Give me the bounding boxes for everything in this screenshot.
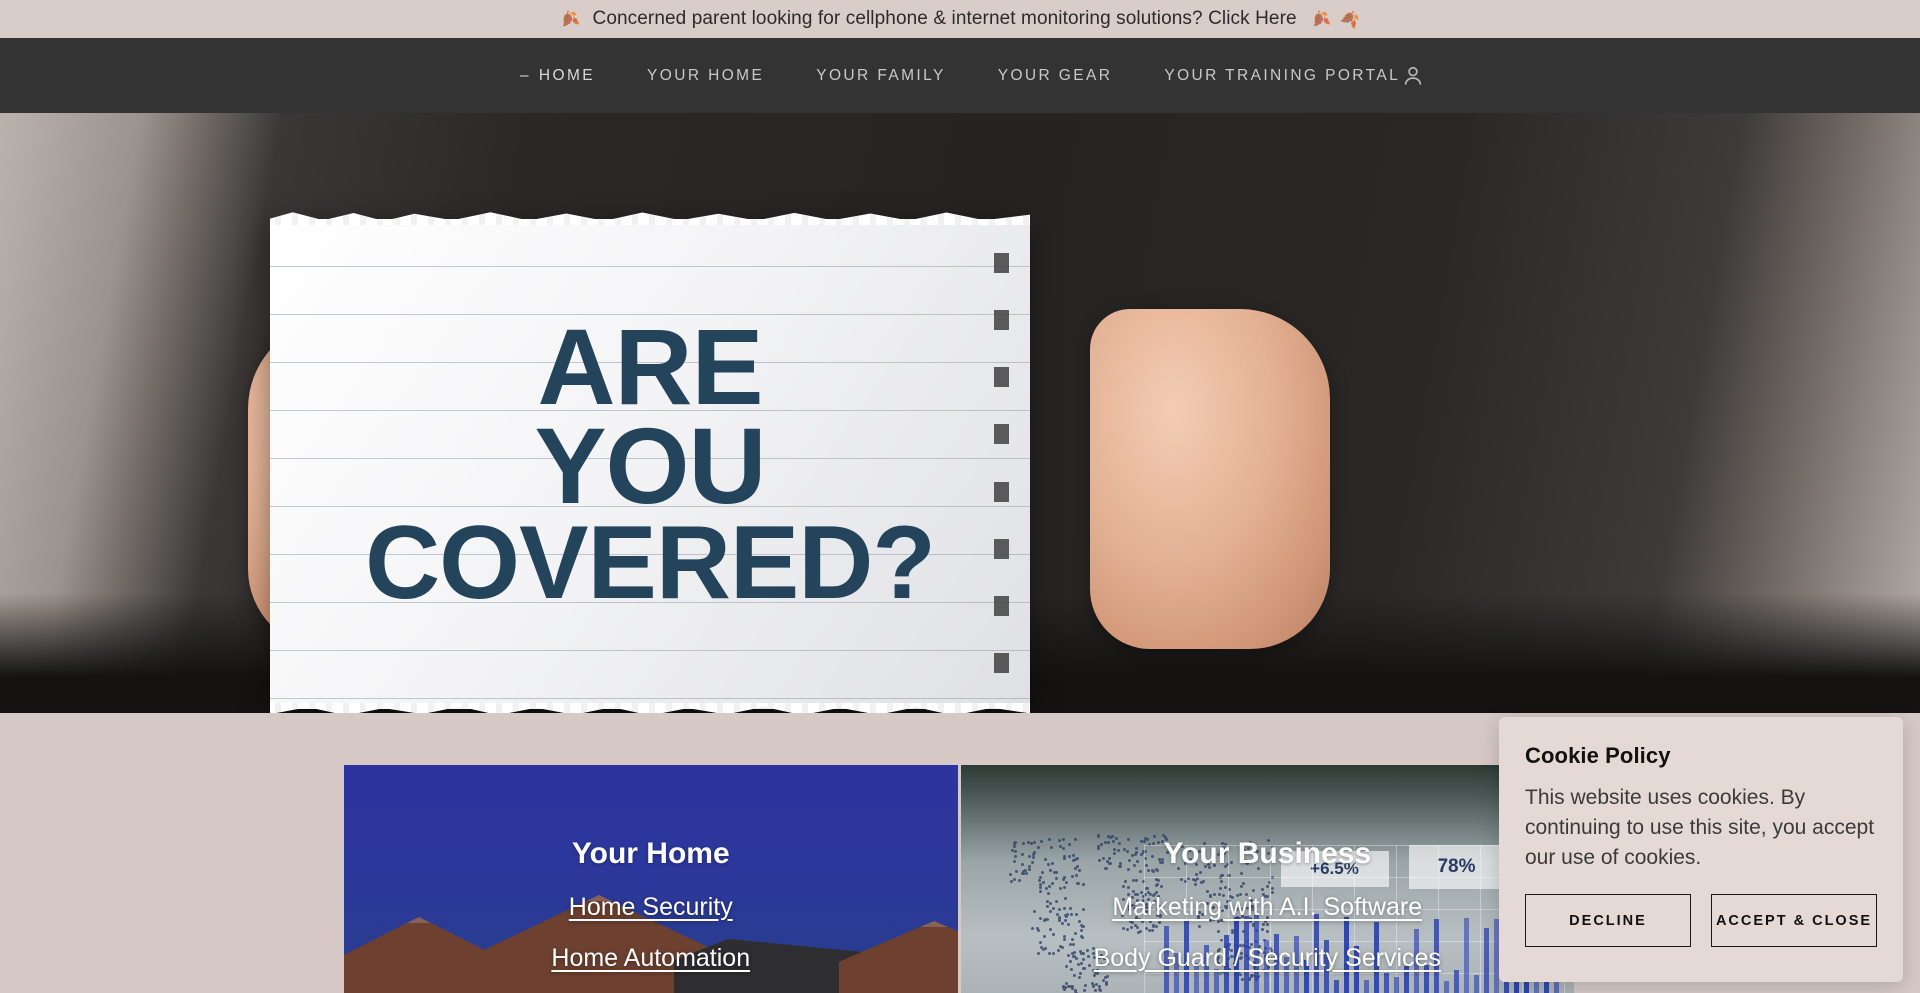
leaf-icon: 🍂	[557, 8, 580, 31]
active-dash: –	[520, 67, 531, 84]
cookie-dialog-body: This website uses cookies. By continuing…	[1525, 783, 1877, 872]
announcement-bar[interactable]: 🍂 Concerned parent looking for cellphone…	[0, 0, 1920, 38]
accept-and-close-button[interactable]: ACCEPT & CLOSE	[1711, 894, 1877, 947]
hero-banner: ARE YOU COVERED?	[0, 113, 1920, 713]
cookie-policy-dialog: Cookie Policy This website uses cookies.…	[1499, 717, 1903, 982]
card-title: Your Home	[572, 837, 730, 871]
card-link-marketing-ai[interactable]: Marketing with A.I. Software	[1112, 893, 1422, 922]
card-link-home-automation[interactable]: Home Automation	[551, 944, 750, 973]
user-icon[interactable]	[1400, 63, 1426, 89]
hero-headline-line-1: ARE	[537, 317, 762, 416]
hero-headline: ARE YOU COVERED?	[270, 219, 1030, 709]
card-your-home[interactable]: Your Home Home Security Home Automation	[344, 765, 958, 993]
nav-item-your-training-portal[interactable]: YOUR TRAINING PORTAL	[1138, 67, 1426, 85]
card-link-home-security[interactable]: Home Security	[569, 893, 733, 922]
card-your-business[interactable]: +6.5% 78% 95 Your Business Marketing wit…	[961, 765, 1575, 993]
card-title: Your Business	[1163, 837, 1371, 871]
hero-headline-line-2: YOU	[534, 416, 765, 515]
paper-note: ARE YOU COVERED?	[270, 219, 1030, 709]
announcement-text[interactable]: Concerned parent looking for cellphone &…	[593, 8, 1297, 30]
decline-button[interactable]: DECLINE	[1525, 894, 1691, 947]
main-navigation: – HOME YOUR HOME YOUR FAMILY YOUR GEAR YO…	[0, 38, 1920, 113]
hand-right	[1090, 309, 1330, 649]
feature-cards: Your Home Home Security Home Automation …	[344, 765, 1574, 993]
cookie-dialog-actions: DECLINE ACCEPT & CLOSE	[1525, 894, 1877, 947]
card-link-body-guard-security[interactable]: Body Guard / Security Services	[1094, 944, 1441, 973]
announcement-right-icons: 🍂 🍂	[1311, 10, 1361, 28]
nav-item-your-home[interactable]: YOUR HOME	[621, 67, 790, 85]
nav-item-home[interactable]: – HOME	[494, 67, 621, 85]
hero-headline-line-3: COVERED?	[365, 516, 935, 612]
nav-item-your-family[interactable]: YOUR FAMILY	[790, 67, 971, 85]
cookie-dialog-title: Cookie Policy	[1525, 743, 1877, 769]
nav-item-label: HOME	[539, 67, 595, 84]
nav-item-your-gear[interactable]: YOUR GEAR	[972, 67, 1139, 85]
nav-items: – HOME YOUR HOME YOUR FAMILY YOUR GEAR YO…	[494, 67, 1426, 85]
leaf-icon: 🍂	[1339, 8, 1362, 31]
leaf-icon: 🍂	[1308, 8, 1331, 31]
